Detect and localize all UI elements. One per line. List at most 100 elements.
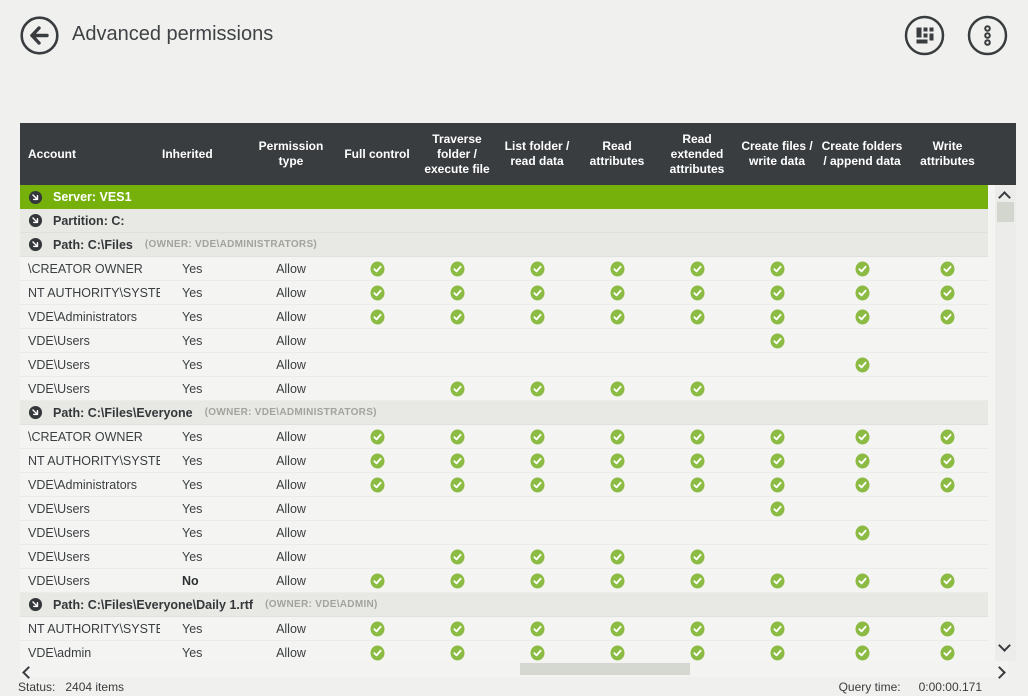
collapse-arrow-icon[interactable]	[28, 597, 43, 612]
column-header-account[interactable]: Account	[20, 147, 160, 162]
check-icon	[450, 549, 465, 565]
column-header-inherited[interactable]: Inherited	[160, 147, 245, 162]
permission-flag-cell	[907, 429, 988, 445]
account-cell: \CREATOR OWNER	[20, 430, 160, 444]
permission-flag-cell	[657, 381, 737, 397]
permission-flag-cell	[737, 645, 817, 661]
permission-flag-cell	[577, 549, 657, 565]
check-icon	[450, 453, 465, 469]
permission-row[interactable]: VDE\AdministratorsYesAllow	[20, 305, 988, 329]
column-header-traverse-folder-execute-file[interactable]: Traverse folder / execute file	[417, 132, 497, 177]
permission-row[interactable]: VDE\UsersNoAllow	[20, 569, 988, 593]
permission-row[interactable]: VDE\UsersYesAllow	[20, 353, 988, 377]
scroll-down-icon[interactable]	[1000, 637, 1009, 655]
collapse-arrow-icon[interactable]	[28, 237, 43, 252]
group-owner: (OWNER: VDE\ADMINISTRATORS)	[205, 407, 377, 418]
collapse-arrow-icon[interactable]	[28, 190, 43, 205]
inherited-cell: Yes	[160, 358, 245, 372]
permission-flag-cell	[497, 621, 577, 637]
check-icon	[530, 453, 545, 469]
group-label: Path: C:\Files\Everyone	[53, 406, 193, 420]
permission-flag-cell	[577, 309, 657, 325]
permission-flag-cell	[907, 261, 988, 277]
permission-flag-cell	[337, 309, 417, 325]
permission-row[interactable]: NT AUTHORITY\SYSTEMYesAllow	[20, 281, 988, 305]
check-icon	[370, 261, 385, 277]
column-header-permission-type[interactable]: Permission type	[245, 139, 337, 169]
permission-flag-cell	[657, 573, 737, 589]
inherited-cell: Yes	[160, 262, 245, 276]
permission-flag-cell	[577, 261, 657, 277]
group-owner: (OWNER: VDE\ADMIN)	[265, 599, 378, 610]
check-icon	[770, 621, 785, 637]
collapse-arrow-icon[interactable]	[28, 213, 43, 228]
group-row[interactable]: Server: VES1	[20, 185, 988, 209]
check-icon	[370, 573, 385, 589]
permission-row[interactable]: VDE\AdministratorsYesAllow	[20, 473, 988, 497]
table-header-row: AccountInheritedPermission typeFull cont…	[20, 123, 1016, 185]
column-header-write-attributes[interactable]: Write attributes	[907, 139, 988, 169]
check-icon	[610, 477, 625, 493]
permission-flag-cell	[817, 621, 907, 637]
collapse-arrow-icon[interactable]	[28, 405, 43, 420]
permission-type-cell: Allow	[245, 310, 337, 324]
back-button[interactable]	[20, 16, 59, 55]
column-header-list-folder-read-data[interactable]: List folder / read data	[497, 139, 577, 169]
group-row[interactable]: Path: C:\Files\Everyone (OWNER: VDE\ADMIN…	[20, 401, 988, 425]
permission-flag-cell	[737, 501, 817, 517]
permission-row[interactable]: \CREATOR OWNERYesAllow	[20, 425, 988, 449]
permission-flag-cell	[577, 573, 657, 589]
permission-row[interactable]: \CREATOR OWNERYesAllow	[20, 257, 988, 281]
horizontal-scroll-thumb[interactable]	[520, 663, 690, 675]
vertical-scrollbar[interactable]	[995, 185, 1016, 661]
permission-flag-cell	[907, 285, 988, 301]
group-row[interactable]: Partition: C:	[20, 209, 988, 233]
permission-type-cell: Allow	[245, 550, 337, 564]
permission-row[interactable]: NT AUTHORITY\SYSTEMYesAllow	[20, 617, 988, 641]
permission-flag-cell	[497, 573, 577, 589]
check-icon	[770, 285, 785, 301]
table-body: Server: VES1Partition: C:Path: C:\Files(…	[20, 185, 1016, 661]
column-header-create-folders-append-data[interactable]: Create folders / append data	[817, 139, 907, 169]
permission-flag-cell	[817, 525, 907, 541]
inherited-cell: Yes	[160, 430, 245, 444]
permission-row[interactable]: VDE\UsersYesAllow	[20, 545, 988, 569]
group-row[interactable]: Path: C:\Files\Everyone\Daily 1.rtf(OWNE…	[20, 593, 988, 617]
column-header-full-control[interactable]: Full control	[337, 147, 417, 162]
permission-flag-cell	[577, 477, 657, 493]
account-cell: VDE\admin	[20, 646, 160, 660]
permission-row[interactable]: VDE\UsersYesAllow	[20, 377, 988, 401]
group-row[interactable]: Path: C:\Files(OWNER: VDE\ADMINISTRATORS…	[20, 233, 988, 257]
permission-flag-cell	[417, 573, 497, 589]
check-icon	[855, 453, 870, 469]
permission-row[interactable]: VDE\UsersYesAllow	[20, 329, 988, 353]
permission-row[interactable]: VDE\UsersYesAllow	[20, 521, 988, 545]
account-cell: VDE\Users	[20, 502, 160, 516]
column-header-create-files-write-data[interactable]: Create files / write data	[737, 139, 817, 169]
column-header-read-attributes[interactable]: Read attributes	[577, 139, 657, 169]
vertical-scroll-thumb[interactable]	[997, 202, 1014, 222]
permission-flag-cell	[497, 549, 577, 565]
permission-flag-cell	[577, 621, 657, 637]
check-icon	[940, 645, 955, 661]
check-icon	[370, 285, 385, 301]
permission-type-cell: Allow	[245, 358, 337, 372]
layout-grid-button[interactable]	[904, 15, 945, 56]
permission-flag-cell	[817, 357, 907, 373]
check-icon	[940, 429, 955, 445]
horizontal-scrollbar[interactable]	[20, 661, 1008, 677]
permission-flag-cell	[907, 621, 988, 637]
permission-row[interactable]: VDE\adminYesAllow	[20, 641, 988, 661]
permission-row[interactable]: VDE\UsersYesAllow	[20, 497, 988, 521]
permission-flag-cell	[497, 429, 577, 445]
more-options-button[interactable]	[967, 15, 1008, 56]
check-icon	[770, 501, 785, 517]
check-icon	[855, 621, 870, 637]
account-cell: VDE\Users	[20, 526, 160, 540]
check-icon	[690, 429, 705, 445]
permission-row[interactable]: NT AUTHORITY\SYSTEMYesAllow	[20, 449, 988, 473]
group-owner: (OWNER: VDE\ADMINISTRATORS)	[145, 239, 317, 250]
column-header-read-extended-attributes[interactable]: Read extended attributes	[657, 132, 737, 177]
account-cell: VDE\Users	[20, 382, 160, 396]
permission-flag-cell	[657, 477, 737, 493]
